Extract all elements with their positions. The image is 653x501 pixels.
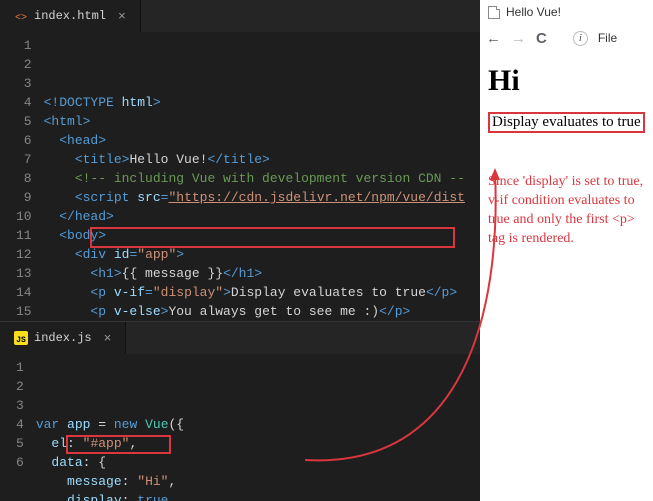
close-icon[interactable]: × [118, 9, 126, 24]
code-editor-html[interactable]: 1234567891011121314151617 <!DOCTYPE html… [0, 32, 480, 321]
svg-text:JS: JS [16, 336, 26, 345]
page-icon [488, 6, 500, 19]
browser-body: Hi Display evaluates to true Since 'disp… [480, 52, 653, 501]
html-file-icon: <> [14, 9, 28, 23]
line-gutter: 1234567891011121314151617 [0, 36, 40, 321]
tab-bar-js: JS index.js × [0, 322, 480, 354]
tab-label: index.html [34, 9, 106, 23]
url-label: File [598, 31, 617, 45]
page-heading: Hi [488, 64, 645, 98]
tab-label: index.js [34, 331, 92, 345]
code-editor-js[interactable]: 123456 var app = new Vue({ el: "#app", d… [0, 354, 480, 501]
js-file-icon: JS [14, 331, 28, 345]
editor-pane: <> index.html × 123456789101112131415161… [0, 0, 480, 501]
svg-text:<>: <> [15, 13, 27, 23]
close-icon[interactable]: × [104, 331, 112, 346]
code-lines: <!DOCTYPE html><html> <head> <title>Hell… [40, 36, 480, 321]
rendered-paragraph: Display evaluates to true [488, 112, 645, 133]
reload-button[interactable]: C [536, 30, 547, 47]
browser-tab[interactable]: Hello Vue! [480, 0, 653, 24]
code-lines: var app = new Vue({ el: "#app", data: { … [32, 358, 480, 501]
tab-index-html[interactable]: <> index.html × [0, 0, 141, 32]
tab-bar-html: <> index.html × [0, 0, 480, 32]
forward-button[interactable]: → [511, 30, 526, 47]
info-icon[interactable]: i [573, 31, 588, 46]
tab-index-js[interactable]: JS index.js × [0, 322, 126, 354]
line-gutter: 123456 [0, 358, 32, 501]
browser-tab-title: Hello Vue! [506, 5, 561, 19]
browser-pane: Hello Vue! ← → C i File Hi Display evalu… [480, 0, 653, 501]
editor-pane-js: JS index.js × 123456 var app = new Vue({… [0, 321, 480, 501]
browser-toolbar: ← → C i File [480, 24, 653, 52]
back-button[interactable]: ← [486, 30, 501, 47]
explanation-text: Since 'display' is set to true, v-if con… [488, 173, 645, 249]
